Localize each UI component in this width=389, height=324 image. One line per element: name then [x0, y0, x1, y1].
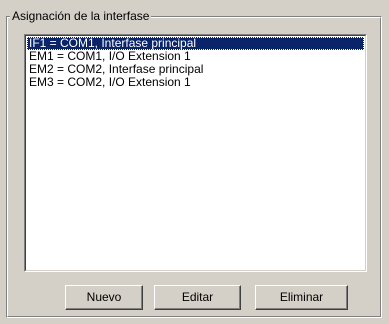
interface-assignment-panel: Asignación de la interfase IF1 = COM1, I… [0, 0, 389, 324]
interface-listbox-content: IF1 = COM1, Interfase principal EM1 = CO… [25, 35, 366, 271]
new-button[interactable]: Nuevo [65, 285, 143, 310]
edit-button[interactable]: Editar [154, 285, 241, 310]
delete-button[interactable]: Eliminar [255, 285, 348, 310]
list-item[interactable]: EM3 = COM2, I/O Extension 1 [27, 76, 364, 89]
groupbox-title: Asignación de la interfase [10, 9, 152, 23]
interface-listbox[interactable]: IF1 = COM1, Interfase principal EM1 = CO… [24, 34, 367, 272]
